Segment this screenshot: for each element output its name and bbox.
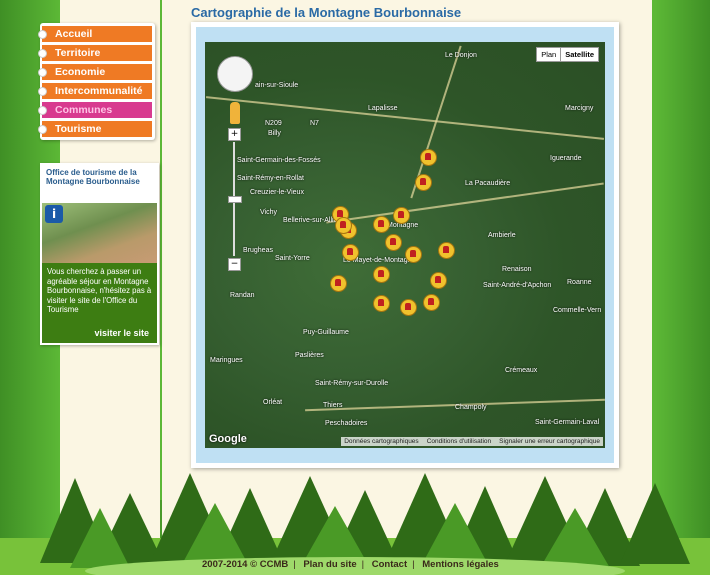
map-type-satellite-button[interactable]: Satellite bbox=[560, 48, 598, 61]
tourism-logo-icon: i bbox=[45, 205, 63, 223]
footer: 2007-2014 © CCMB | Plan du site | Contact |… bbox=[202, 559, 499, 570]
map-report-link[interactable]: Signaler une erreur cartographique bbox=[499, 438, 600, 445]
map-frame: Plan Satellite + − Le Donjon ain-sur-Siou… bbox=[191, 22, 619, 468]
map-place-label: Saint-Germain-Laval bbox=[535, 419, 600, 426]
map-terms-link[interactable]: Conditions d'utilisation bbox=[427, 438, 491, 445]
map-place-label: Saint-Yorre bbox=[275, 255, 310, 262]
menu-label: Tourisme bbox=[55, 123, 102, 135]
map-place-label: Roanne bbox=[567, 279, 592, 286]
menu-item-territoire[interactable]: Territoire bbox=[38, 45, 152, 61]
map-place-label: Champoly bbox=[455, 404, 487, 411]
tourism-heading: Office de tourisme de la Montagne Bourbo… bbox=[42, 165, 157, 203]
commune-marker-icon[interactable] bbox=[373, 266, 390, 283]
map-place-label: Saint-Rémy-sur-Durolle bbox=[315, 380, 389, 387]
commune-marker-icon[interactable] bbox=[335, 217, 352, 234]
commune-marker-icon[interactable] bbox=[405, 246, 422, 263]
footer-link-plan[interactable]: Plan du site bbox=[303, 559, 356, 570]
commune-marker-icon[interactable] bbox=[423, 294, 440, 311]
commune-marker-icon[interactable] bbox=[373, 216, 390, 233]
map-attribution: Données cartographiques Conditions d'uti… bbox=[341, 437, 603, 446]
satellite-map[interactable]: Plan Satellite + − Le Donjon ain-sur-Siou… bbox=[205, 42, 605, 448]
map-place-label: Puy-Guillaume bbox=[303, 329, 349, 336]
map-place-label: Randan bbox=[230, 292, 255, 299]
google-logo: Google bbox=[209, 433, 247, 445]
commune-marker-icon[interactable] bbox=[400, 299, 417, 316]
map-type-plan-button[interactable]: Plan bbox=[537, 48, 560, 61]
map-place-label: Paslières bbox=[295, 352, 324, 359]
zoom-slider-thumb[interactable] bbox=[228, 196, 242, 203]
menu-label: Intercommunalité bbox=[55, 85, 143, 97]
menu-item-intercommunalite[interactable]: Intercommunalité bbox=[38, 83, 152, 99]
map-place-label: Saint-Rémy-en-Rollat bbox=[237, 175, 304, 182]
map-place-label: Brugheas bbox=[243, 247, 273, 254]
main-menu: Accueil Territoire Economie Intercommuna… bbox=[38, 23, 155, 140]
commune-marker-icon[interactable] bbox=[415, 174, 432, 191]
bullet-icon bbox=[38, 87, 47, 96]
map-place-label: Lapalisse bbox=[368, 105, 398, 112]
map-place-label: Thiers bbox=[323, 402, 343, 409]
map-place-label: Renaison bbox=[502, 266, 532, 273]
menu-item-economie[interactable]: Economie bbox=[38, 64, 152, 80]
tourism-office-box[interactable]: Office de tourisme de la Montagne Bourbo… bbox=[40, 163, 159, 345]
menu-item-communes[interactable]: Communes bbox=[38, 102, 152, 118]
map-place-label: Commelle-Vern bbox=[553, 307, 602, 314]
map-place-label: Ambierle bbox=[488, 232, 516, 239]
bullet-icon bbox=[38, 49, 47, 58]
commune-marker-icon[interactable] bbox=[438, 242, 455, 259]
menu-label: Territoire bbox=[55, 47, 101, 59]
zoom-in-button[interactable]: + bbox=[228, 128, 241, 141]
pan-control-icon[interactable] bbox=[217, 56, 253, 92]
map-place-label: Orléat bbox=[263, 399, 283, 406]
menu-item-accueil[interactable]: Accueil bbox=[38, 26, 152, 42]
street-view-pegman-icon[interactable] bbox=[230, 102, 240, 124]
footer-copyright: © CCMB bbox=[250, 559, 289, 570]
map-place-label: Bellerive-sur-Allier bbox=[283, 217, 340, 224]
bullet-icon bbox=[38, 30, 47, 39]
map-place-label: Marcigny bbox=[565, 105, 594, 112]
map-place-label: Peschadoires bbox=[325, 420, 368, 427]
map-place-label: Creuzier-le-Vieux bbox=[250, 189, 304, 196]
map-place-label: N7 bbox=[310, 120, 319, 127]
menu-label: Communes bbox=[55, 104, 113, 116]
zoom-control: + − bbox=[228, 128, 242, 272]
map-type-toggle: Plan Satellite bbox=[536, 47, 599, 62]
footer-link-mentions[interactable]: Mentions légales bbox=[422, 559, 499, 570]
commune-marker-icon[interactable] bbox=[330, 275, 347, 292]
bullet-icon bbox=[38, 68, 47, 77]
bullet-icon bbox=[38, 106, 47, 115]
commune-marker-icon[interactable] bbox=[385, 234, 402, 251]
map-place-label: Crémeaux bbox=[505, 367, 538, 374]
map-data-link[interactable]: Données cartographiques bbox=[344, 438, 418, 445]
map-place-label: ain-sur-Sioule bbox=[255, 82, 299, 89]
tourism-photo: i bbox=[42, 203, 157, 263]
commune-marker-icon[interactable] bbox=[393, 207, 410, 224]
menu-label: Accueil bbox=[55, 28, 93, 40]
map-place-label: Iguerande bbox=[550, 155, 582, 162]
page-title: Cartographie de la Montagne Bourbonnaise bbox=[191, 5, 462, 20]
bullet-icon bbox=[38, 125, 47, 134]
map-container: Plan Satellite + − Le Donjon ain-sur-Siou… bbox=[196, 27, 614, 463]
menu-label: Economie bbox=[55, 66, 106, 78]
map-place-label: Saint-Germain-des-Fossés bbox=[237, 157, 321, 164]
map-place-label: Saint-André-d'Apchon bbox=[483, 282, 552, 289]
commune-marker-icon[interactable] bbox=[342, 244, 359, 261]
footer-year: 2007-2014 bbox=[202, 559, 248, 570]
map-place-label: Maringues bbox=[210, 357, 243, 364]
commune-marker-icon[interactable] bbox=[373, 295, 390, 312]
tourism-text: Vous cherchez à passer un agréable séjou… bbox=[47, 267, 152, 314]
visit-site-link[interactable]: visiter le site bbox=[94, 328, 149, 338]
commune-marker-icon[interactable] bbox=[420, 149, 437, 166]
map-place-label: Vichy bbox=[260, 209, 277, 216]
map-place-label: N209 bbox=[265, 120, 282, 127]
map-place-label: Billy bbox=[268, 130, 281, 137]
commune-marker-icon[interactable] bbox=[430, 272, 447, 289]
map-place-label: Le Donjon bbox=[445, 52, 477, 59]
menu-item-tourisme[interactable]: Tourisme bbox=[38, 121, 152, 137]
zoom-out-button[interactable]: − bbox=[228, 258, 241, 271]
map-place-label: La Pacaudière bbox=[465, 180, 511, 187]
footer-link-contact[interactable]: Contact bbox=[372, 559, 407, 570]
